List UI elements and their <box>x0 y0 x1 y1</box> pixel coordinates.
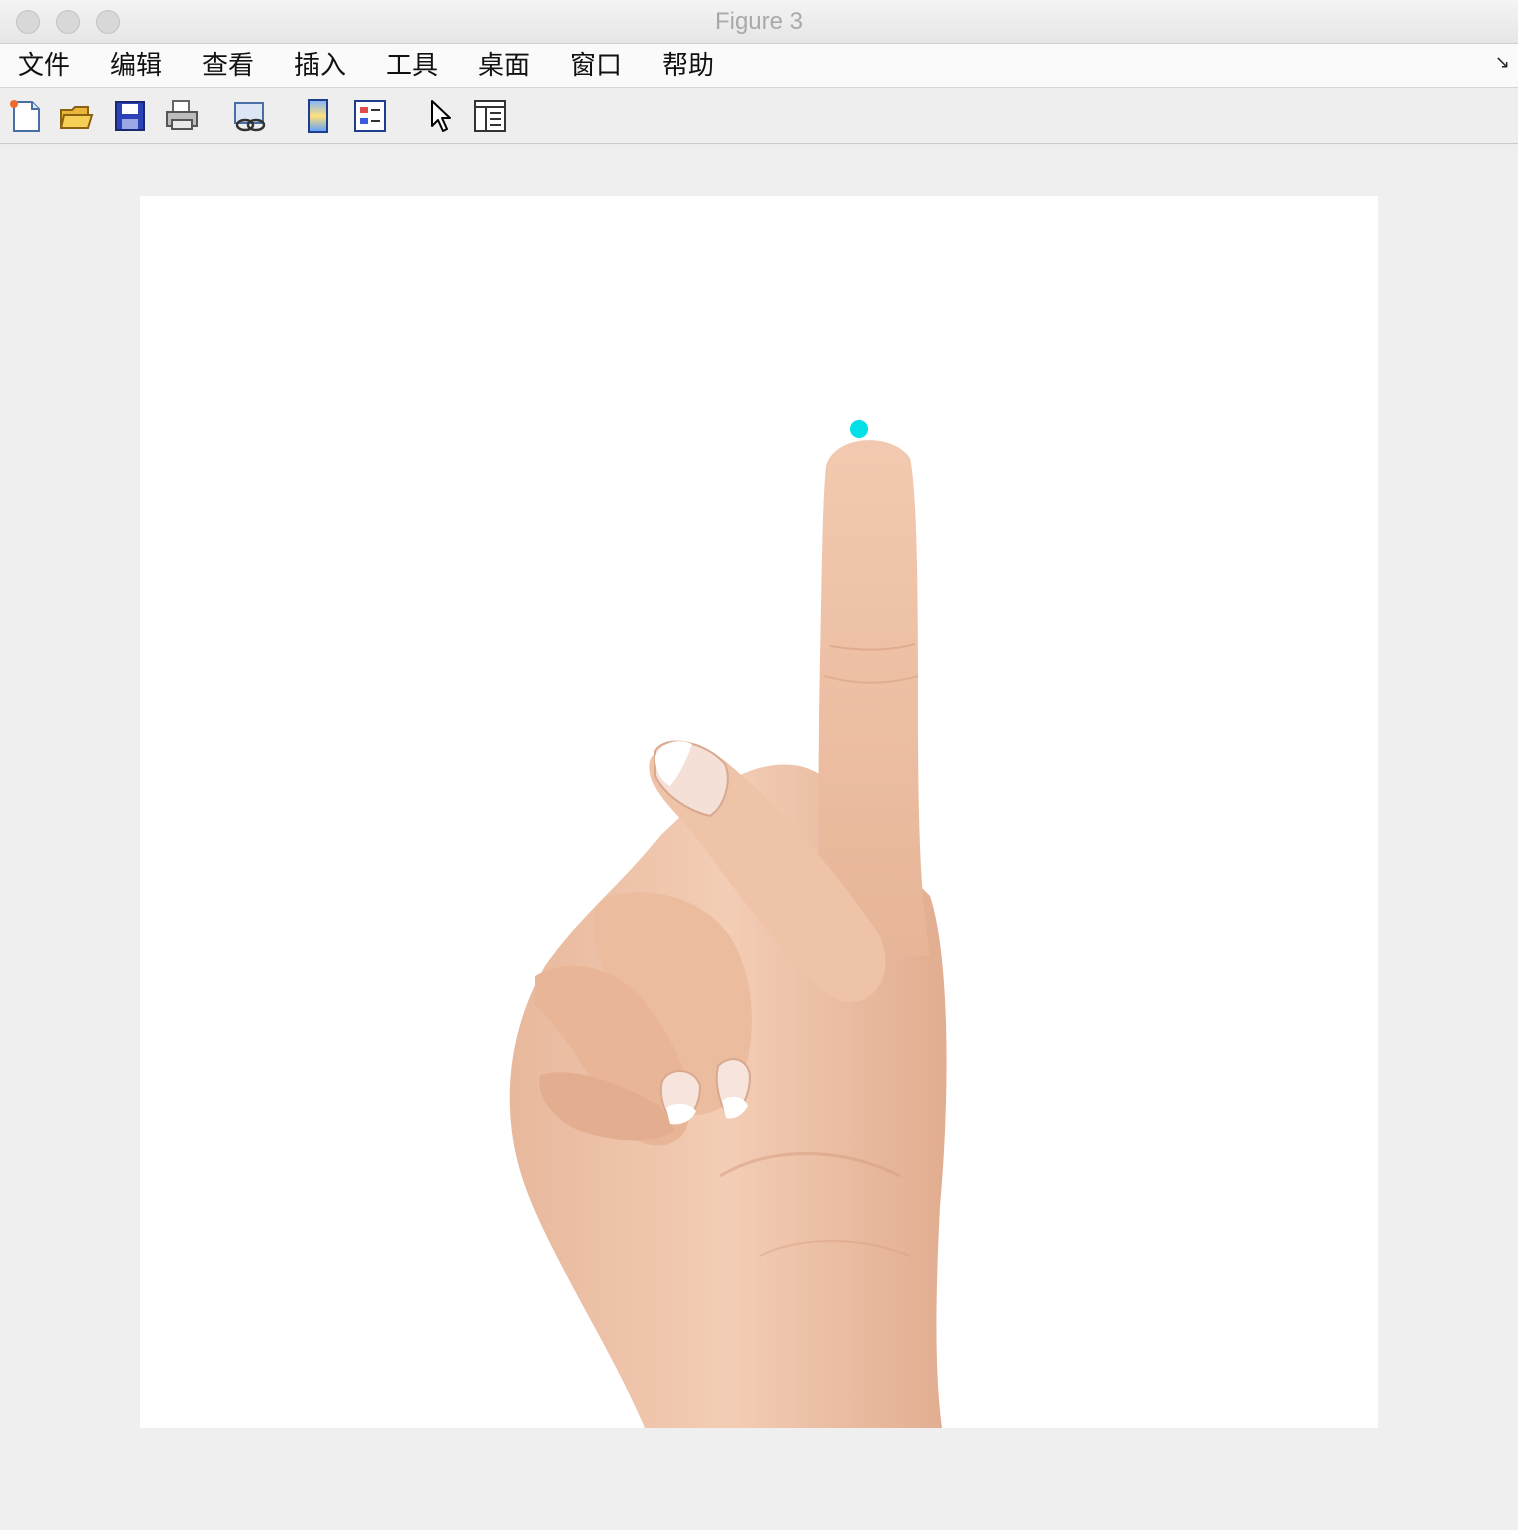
dock-figure-icon[interactable]: ↘ <box>1495 52 1510 73</box>
open-file-icon <box>59 106 94 129</box>
link-plot-icon <box>234 102 266 132</box>
fingertip-marker <box>850 420 868 438</box>
print-button[interactable] <box>164 98 200 134</box>
image-axes[interactable] <box>140 196 1378 1428</box>
property-inspector-button[interactable] <box>472 98 508 134</box>
open-file-button[interactable] <box>58 98 94 134</box>
insert-colorbar-button[interactable] <box>300 98 336 134</box>
edit-plot-arrow-icon <box>431 100 451 132</box>
menu-file[interactable]: 文件 <box>18 50 70 82</box>
insert-colorbar-icon <box>308 99 328 133</box>
menu-bar: 文件 编辑 查看 插入 工具 桌面 窗口 帮助 <box>0 44 1518 88</box>
hand-image <box>509 420 947 1428</box>
window-title: Figure 3 <box>714 8 804 35</box>
insert-legend-button[interactable] <box>352 98 388 134</box>
new-figure-icon <box>10 100 40 132</box>
link-plot-button[interactable] <box>232 98 268 134</box>
property-inspector-icon <box>474 100 506 132</box>
menu-desktop[interactable]: 桌面 <box>478 50 530 82</box>
figure-toolbar <box>0 88 1518 144</box>
edit-plot-button[interactable] <box>422 98 458 134</box>
save-button[interactable] <box>112 98 148 134</box>
menu-window[interactable]: 窗口 <box>570 50 622 82</box>
menu-help[interactable]: 帮助 <box>662 50 714 82</box>
print-icon <box>166 100 198 130</box>
new-figure-button[interactable] <box>8 98 44 134</box>
menu-view[interactable]: 查看 <box>202 50 254 82</box>
menu-edit[interactable]: 编辑 <box>110 50 162 82</box>
window-titlebar: Figure 3 <box>0 0 1518 44</box>
save-icon <box>115 101 145 131</box>
menu-tools[interactable]: 工具 <box>386 50 438 82</box>
menu-insert[interactable]: 插入 <box>294 50 346 82</box>
insert-legend-icon <box>354 100 386 132</box>
